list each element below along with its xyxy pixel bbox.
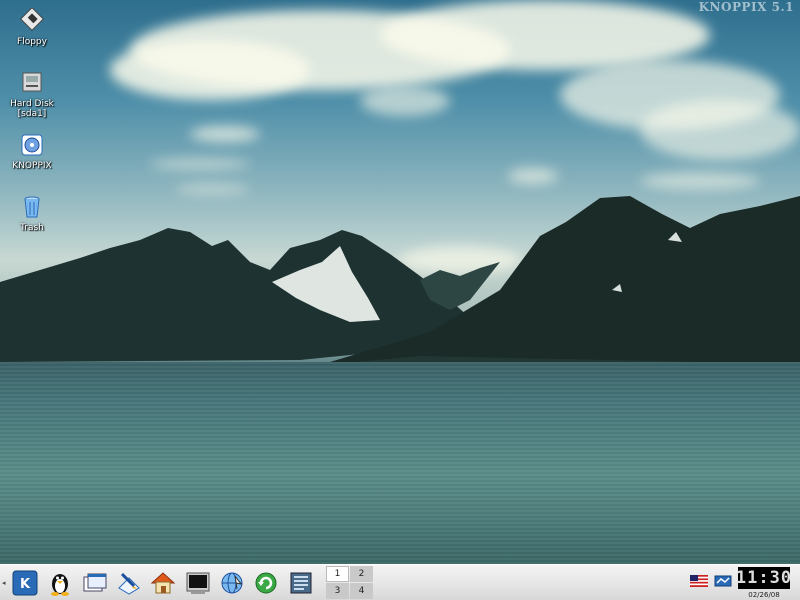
network-monitor-icon[interactable] xyxy=(714,575,732,587)
window-list-launcher[interactable] xyxy=(80,568,110,598)
text-editor-launcher[interactable] xyxy=(114,568,144,598)
documents-icon xyxy=(290,572,312,594)
refresh-launcher[interactable] xyxy=(251,568,281,598)
desktop-wallpaper: KNOPPIX 5.1 Floppy Hard Disk [sda1] KNOP… xyxy=(0,0,800,564)
knoppix-cd-icon xyxy=(19,132,45,158)
terminal-launcher[interactable] xyxy=(183,568,213,598)
terminal-icon xyxy=(186,572,210,594)
desktop-icon-knoppix[interactable]: KNOPPIX xyxy=(0,132,64,171)
kde-menu-button[interactable]: K xyxy=(10,568,40,598)
desktop-icon-floppy[interactable]: Floppy xyxy=(0,6,64,47)
trash-icon xyxy=(19,194,45,220)
kde-menu-icon: K xyxy=(12,570,38,596)
pager-desktop-4[interactable]: 4 xyxy=(350,583,373,599)
us-flag-icon[interactable] xyxy=(690,575,708,587)
desktop-icon-hard-disk[interactable]: Hard Disk [sda1] xyxy=(0,70,64,119)
penguin-icon xyxy=(51,574,69,596)
konqueror-launcher[interactable] xyxy=(217,568,247,598)
home-folder-launcher[interactable] xyxy=(148,568,178,598)
window-list-icon xyxy=(83,573,107,592)
svg-text:K: K xyxy=(20,577,31,592)
text-editor-icon xyxy=(118,572,140,595)
desktop-icon-trash[interactable]: Trash xyxy=(0,194,64,233)
sea xyxy=(0,362,800,564)
desktop-pager: 1 2 3 4 xyxy=(326,566,374,600)
panel-hide-handle[interactable]: ◂ xyxy=(2,579,8,587)
floppy-icon xyxy=(19,6,45,34)
penguin-launcher[interactable] xyxy=(45,568,75,598)
pager-desktop-3[interactable]: 3 xyxy=(326,583,349,599)
system-tray xyxy=(690,575,732,591)
knoppix-watermark: KNOPPIX 5.1 xyxy=(698,0,794,14)
documents-launcher[interactable] xyxy=(286,568,316,598)
kde-panel: ◂ K 1 2 3 4 11:30 02/26/08 xyxy=(0,564,800,600)
hard-disk-icon xyxy=(19,70,45,96)
date-label: 02/26/08 xyxy=(748,591,780,599)
clock[interactable]: 11:30 xyxy=(736,567,791,589)
pager-desktop-1[interactable]: 1 xyxy=(326,566,349,582)
refresh-icon xyxy=(255,572,277,594)
home-folder-icon xyxy=(150,572,176,594)
konqueror-icon xyxy=(221,572,243,594)
pager-desktop-2[interactable]: 2 xyxy=(350,566,373,582)
